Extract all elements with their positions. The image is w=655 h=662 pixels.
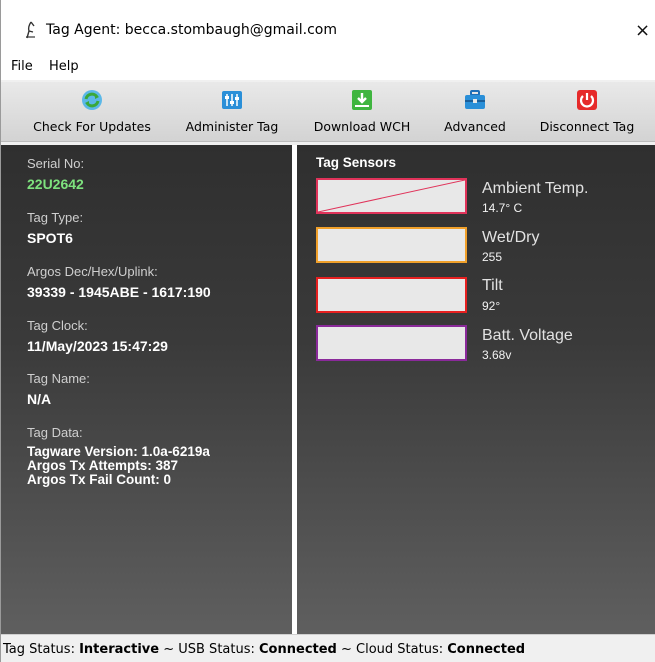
- disconnect-tag-label: Disconnect Tag: [539, 119, 635, 134]
- tagware-version: Tagware Version: 1.0a-6219a: [27, 444, 210, 459]
- power-icon: [577, 90, 597, 110]
- tag-status-value: Interactive: [79, 642, 160, 657]
- batt-voltage-name: Batt. Voltage: [482, 327, 573, 344]
- main-panel: [1, 145, 655, 634]
- app-logo-icon: [26, 21, 35, 39]
- sliders-icon: [222, 91, 242, 109]
- argos-tx-fail-count: Argos Tx Fail Count: 0: [27, 472, 172, 487]
- tag-type-label: Tag Type:: [27, 210, 84, 225]
- download-wch-label: Download WCH: [313, 119, 411, 134]
- toolbar: Check For Updates Administer Tag Downloa…: [1, 82, 655, 142]
- argos-tx-attempts: Argos Tx Attempts: 387: [27, 458, 179, 473]
- check-updates-label: Check For Updates: [33, 119, 151, 134]
- advanced-button[interactable]: Advanced: [433, 82, 517, 142]
- disconnect-tag-button[interactable]: Disconnect Tag: [529, 82, 645, 142]
- batt-voltage-gauge: [316, 325, 467, 361]
- advanced-label: Advanced: [444, 119, 506, 134]
- tag-clock-label: Tag Clock:: [27, 318, 88, 333]
- serial-value: 22U2642: [27, 176, 84, 192]
- ambient-temp-indicator-line: [318, 180, 465, 212]
- administer-tag-button[interactable]: Administer Tag: [176, 82, 288, 142]
- tag-clock-value: 11/May/2023 15:47:29: [27, 338, 168, 354]
- panel-divider: [292, 145, 297, 634]
- tilt-name: Tilt: [482, 277, 503, 294]
- serial-label: Serial No:: [27, 156, 85, 171]
- tag-type-value: SPOT6: [27, 230, 73, 246]
- app-window: Tag Agent: becca.stombaugh@gmail.com × F…: [0, 0, 655, 662]
- menu-bar: File Help: [1, 55, 655, 80]
- tag-data-label: Tag Data:: [27, 425, 83, 440]
- tag-name-label: Tag Name:: [27, 371, 90, 386]
- menu-help[interactable]: Help: [49, 59, 79, 74]
- close-icon: ×: [634, 19, 651, 41]
- tilt-gauge: [316, 277, 467, 313]
- sensors-title: Tag Sensors: [316, 155, 397, 170]
- argos-label: Argos Dec/Hex/Uplink:: [27, 264, 158, 279]
- ambient-temp-name: Ambient Temp.: [482, 180, 589, 197]
- status-bar: Tag Status: Interactive ~ USB Status: Co…: [1, 634, 655, 662]
- title-bar: Tag Agent: becca.stombaugh@gmail.com ×: [1, 0, 655, 55]
- ambient-temp-value: 14.7° C: [482, 201, 523, 215]
- tag-status-label: Tag Status:: [3, 642, 75, 657]
- tilt-value: 92°: [482, 299, 501, 313]
- usb-status-value: Connected: [259, 642, 337, 657]
- usb-status-label: ~ USB Status:: [163, 642, 255, 657]
- toolbox-icon: [465, 90, 485, 109]
- refresh-icon: [82, 90, 102, 110]
- administer-tag-label: Administer Tag: [185, 119, 279, 134]
- download-icon: [352, 90, 372, 110]
- window-title: Tag Agent: becca.stombaugh@gmail.com: [46, 22, 337, 38]
- tag-name-value: N/A: [27, 391, 52, 407]
- cloud-status-label: ~ Cloud Status:: [341, 642, 444, 657]
- download-wch-button[interactable]: Download WCH: [301, 82, 423, 142]
- ambient-temp-gauge: [316, 178, 467, 214]
- argos-value: 39339 - 1945ABE - 1617:190: [27, 284, 211, 300]
- close-button[interactable]: ×: [629, 14, 655, 46]
- menu-file[interactable]: File: [11, 59, 33, 74]
- wet-dry-value: 255: [482, 250, 503, 264]
- batt-voltage-value: 3.68v: [482, 348, 512, 362]
- cloud-status-value: Connected: [447, 642, 526, 657]
- wet-dry-gauge: [316, 227, 467, 263]
- check-updates-button[interactable]: Check For Updates: [21, 82, 163, 142]
- wet-dry-name: Wet/Dry: [482, 229, 540, 246]
